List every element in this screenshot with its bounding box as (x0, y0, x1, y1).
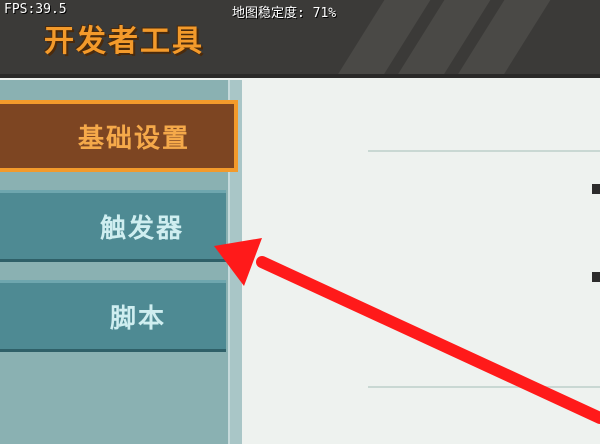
sidebar-item-label: 脚本 (109, 303, 166, 334)
content-divider (368, 150, 600, 152)
sidebar-item-basic-settings[interactable]: 基础设置 (0, 100, 238, 172)
sidebar-item-label: 基础设置 (77, 123, 190, 154)
sidebar-item-triggers[interactable]: 触发器 (0, 190, 226, 262)
content-divider (368, 386, 600, 388)
content-edge-mark (592, 272, 600, 282)
map-stability-readout: 地图稳定度: 71% (232, 6, 337, 21)
content-edge-mark (592, 184, 600, 194)
page-title: 开发者工具 (44, 24, 204, 59)
fps-counter: FPS:39.5 (4, 2, 67, 17)
header-divider (0, 74, 600, 78)
sidebar-item-scripts[interactable]: 脚本 (0, 280, 226, 352)
sidebar-item-label: 触发器 (99, 213, 184, 244)
content-panel (242, 80, 600, 444)
